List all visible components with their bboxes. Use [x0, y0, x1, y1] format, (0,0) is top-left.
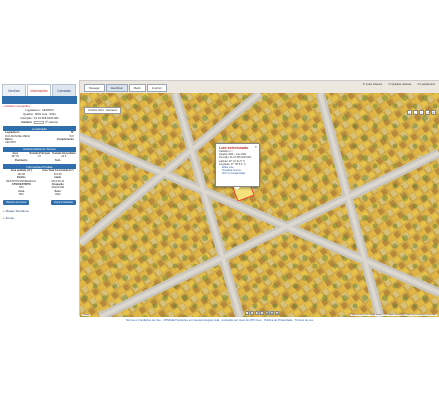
popup-close-icon[interactable]: ✕ [254, 145, 257, 149]
val-zona: ZR2 [18, 193, 24, 197]
val-setor: 0002 [54, 193, 61, 197]
cartorio-select[interactable] [34, 120, 45, 124]
locate-button[interactable]: ⚲ [431, 110, 436, 115]
page-header-blank [0, 0, 439, 80]
tab-identificar[interactable]: Identificar [105, 84, 128, 92]
mapas-tematicos-label: Mapas Temáticos [5, 208, 29, 213]
terreno-table: Área Testada Principal Testada Secundári… [3, 152, 76, 159]
layer-lotes-toggle[interactable]: Lotes urbanos [363, 83, 382, 86]
map-container: Navegar Identificar Medir Imprimir Lotes… [80, 80, 439, 317]
imprimir-relatorio-button[interactable]: Imprimir Relatório [51, 199, 76, 205]
action-buttons: Histórico do Imóvel Imprimir Relatório [3, 199, 76, 205]
map-tool-tabs: Navegar Identificar Medir Imprimir [84, 84, 168, 92]
layer-toggles: Lotes urbanos Quadras urbanas Logradouro… [363, 83, 435, 86]
home-button[interactable]: ⌂ [419, 110, 424, 115]
draw-icon[interactable]: ✎ [250, 311, 254, 315]
fullscreen-button[interactable]: ⤢ [425, 110, 430, 115]
panel-tabs: Geofício Informações Camadas [2, 84, 77, 96]
basemap-select[interactable]: Ortofoto 2021 - Ilustrativo [84, 107, 122, 114]
aerial-imagery [80, 93, 439, 317]
localizacao-section: Localização Logradouro Nº RUA MANOEL MEN… [3, 126, 76, 197]
undo-icon[interactable]: ⤺ [245, 311, 249, 315]
map-bottom-toolbar: ⤺ ✎ ↺ □ ✚ ⊕ ⊖ [245, 311, 279, 315]
cartorio-label: Cartório : [21, 120, 34, 124]
zoom-in-button[interactable]: + [407, 110, 412, 115]
zoom-out-icon[interactable]: ⊖ [275, 311, 279, 315]
lote-cartorio: Cartório : 3º cartório [0, 120, 79, 124]
map-controls: + − ⌂ ⤢ ⚲ [407, 110, 436, 115]
move-icon[interactable]: ✚ [265, 311, 269, 315]
tab-navegar[interactable]: Navegar [84, 84, 105, 92]
select-box-icon[interactable]: □ [260, 311, 264, 315]
zonas-label: Zonas [5, 215, 14, 220]
zoom-out-button[interactable]: − [413, 110, 418, 115]
map-provider-logo: Google [82, 314, 91, 316]
tab-medir[interactable]: Medir [128, 84, 146, 92]
refresh-icon[interactable]: ↺ [255, 311, 259, 315]
edificacao-table: Área unidade (m²) Área Total Construída … [3, 169, 76, 196]
mapas-tematicos-expander[interactable]: + Mapas Temáticos [0, 208, 79, 215]
cartorio-value: 3º cartório [45, 120, 58, 124]
layer-quadras-toggle[interactable]: Quadras urbanas [388, 83, 411, 86]
tab-informacoes[interactable]: Informações [27, 84, 51, 96]
zoom-in-icon[interactable]: ⊕ [270, 311, 274, 315]
map-canvas[interactable]: Ortofoto 2021 - Ilustrativo + − ⌂ ⤢ ⚲ Lo… [80, 93, 439, 317]
val-bairro: CENTRO [5, 141, 16, 145]
info-panel: Geofício Informações Camadas − Cadastro … [0, 80, 80, 316]
map-attribution[interactable]: Dados do mapa ©2021 Google Imagens ©2021… [349, 314, 437, 316]
popup-link-google[interactable]: Abrir no Google Maps [219, 172, 256, 175]
col-complemento: Complemento [56, 138, 74, 141]
col-pavimento: Pavimento [14, 158, 28, 162]
tab-imprimir[interactable]: Imprimir [146, 84, 167, 92]
zonas-expander[interactable]: + Zonas [0, 215, 79, 222]
panel-header-bar [2, 96, 77, 104]
tab-geoficio[interactable]: Geofício [2, 84, 26, 96]
pavimento-table: Pavimento Solo [3, 159, 76, 162]
lot-popup: Lote selecionado ✕ Cadastro n.º: Quadra:… [215, 143, 260, 190]
layer-logradouros-toggle[interactable]: Logradouros [417, 83, 435, 86]
bairro-value-row: CENTRO [3, 141, 76, 144]
tab-camadas[interactable]: Camadas [52, 84, 76, 96]
col-solo: Solo [55, 158, 61, 162]
page-footer[interactable]: Termos e Condições de Uso · ©PMGEO Soluç… [0, 318, 439, 322]
historico-button[interactable]: Histórico do Imóvel [3, 199, 30, 205]
